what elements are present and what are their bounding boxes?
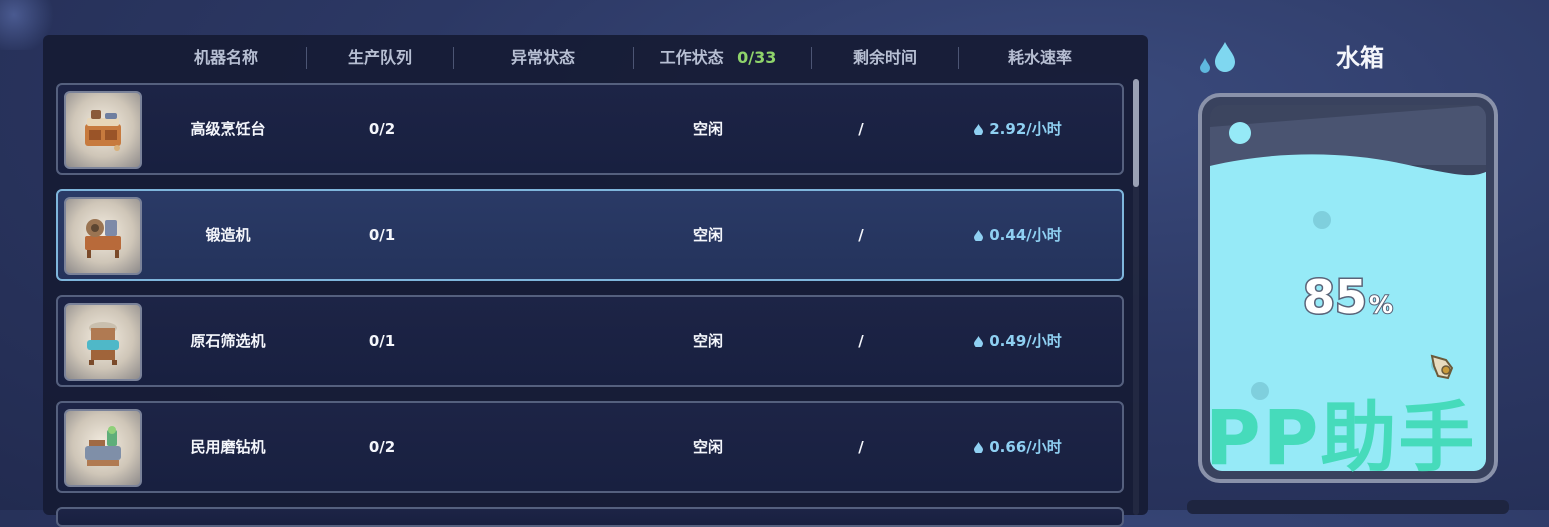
header-remaining-time: 剩余时间 bbox=[852, 48, 917, 67]
header-divider bbox=[811, 47, 812, 69]
work-status: 空闲 bbox=[692, 438, 723, 456]
percent-sign: % bbox=[1368, 290, 1394, 320]
tank-footer-panel bbox=[1187, 500, 1509, 514]
water-level-percent: 85 bbox=[1301, 269, 1368, 326]
machine-name: 民用磨钻机 bbox=[190, 438, 266, 456]
machine-name: 原石筛选机 bbox=[190, 332, 266, 350]
water-rate: 0.49/小时 bbox=[938, 297, 1098, 385]
production-queue: 0/1 bbox=[368, 226, 396, 244]
header-divider bbox=[453, 47, 454, 69]
abnormal-status bbox=[488, 191, 608, 279]
cooking-station-icon bbox=[64, 91, 142, 169]
header-production-queue: 生产队列 bbox=[347, 48, 412, 67]
water-tank-title: 水箱 bbox=[1336, 44, 1384, 72]
scrollbar-thumb[interactable] bbox=[1133, 79, 1139, 187]
machine-row[interactable]: 高级烹饪台 0/2 空闲 / 2.92/小时 bbox=[56, 83, 1124, 175]
production-queue: 0/2 bbox=[368, 438, 396, 456]
water-drop-icon bbox=[974, 230, 984, 241]
ore-sieve-icon bbox=[64, 303, 142, 381]
header-work-status-label: 工作状态 bbox=[659, 48, 724, 67]
watermark: PP助手 bbox=[1205, 393, 1477, 482]
remaining-time: / bbox=[858, 120, 864, 138]
drill-grinder-icon bbox=[64, 409, 142, 487]
machine-list-panel: 机器名称 生产队列 异常状态 工作状态 0/33 剩余时间 耗水速率 高级烹饪台… bbox=[43, 35, 1148, 527]
machine-row[interactable]: 原石筛选机 0/1 空闲 / 0.49/小时 bbox=[56, 295, 1124, 387]
working-count: 0/33 bbox=[737, 48, 777, 67]
header-machine-name: 机器名称 bbox=[193, 48, 258, 67]
water-drop-icon bbox=[974, 442, 984, 453]
work-status: 空闲 bbox=[692, 226, 723, 244]
machine-row[interactable]: 锻造机 0/1 空闲 / 0.44/小时 bbox=[56, 189, 1124, 281]
table-header: 机器名称 生产队列 异常状态 工作状态 0/33 剩余时间 耗水速率 bbox=[43, 35, 1143, 81]
remaining-time: / bbox=[858, 332, 864, 350]
production-queue: 0/1 bbox=[368, 332, 396, 350]
remaining-time: / bbox=[858, 438, 864, 456]
scrollbar[interactable] bbox=[1133, 79, 1139, 515]
machine-name: 高级烹饪台 bbox=[190, 120, 266, 138]
abnormal-status bbox=[488, 403, 608, 491]
machine-name: 锻造机 bbox=[205, 226, 251, 244]
production-queue: 0/2 bbox=[368, 120, 396, 138]
header-divider bbox=[958, 47, 959, 69]
abnormal-status bbox=[488, 85, 608, 173]
water-rate: 0.66/小时 bbox=[938, 403, 1098, 491]
water-rate-value: 0.66/小时 bbox=[989, 438, 1062, 456]
water-drops-icon bbox=[1200, 42, 1235, 73]
header-water-rate: 耗水速率 bbox=[1007, 48, 1072, 67]
water-rate-value: 2.92/小时 bbox=[989, 120, 1062, 138]
machine-row-partial[interactable] bbox=[56, 507, 1124, 527]
water-drop-icon bbox=[974, 336, 984, 347]
header-work-status: 工作状态 0/33 bbox=[643, 35, 793, 81]
water-level-readout: 85% bbox=[1210, 269, 1486, 326]
water-rate-value: 0.49/小时 bbox=[989, 332, 1062, 350]
water-drop-icon bbox=[974, 124, 984, 135]
header-abnormal-status: 异常状态 bbox=[510, 48, 575, 67]
abnormal-status bbox=[488, 297, 608, 385]
header-divider bbox=[633, 47, 634, 69]
forging-machine-icon bbox=[64, 197, 142, 275]
water-rate-value: 0.44/小时 bbox=[989, 226, 1062, 244]
header-divider bbox=[306, 47, 307, 69]
remaining-time: / bbox=[858, 226, 864, 244]
hand-cursor-icon bbox=[1430, 354, 1454, 380]
water-rate: 2.92/小时 bbox=[938, 85, 1098, 173]
work-status: 空闲 bbox=[692, 332, 723, 350]
water-rate: 0.44/小时 bbox=[938, 191, 1098, 279]
machine-row[interactable]: 民用磨钻机 0/2 空闲 / 0.66/小时 bbox=[56, 401, 1124, 493]
work-status: 空闲 bbox=[692, 120, 723, 138]
